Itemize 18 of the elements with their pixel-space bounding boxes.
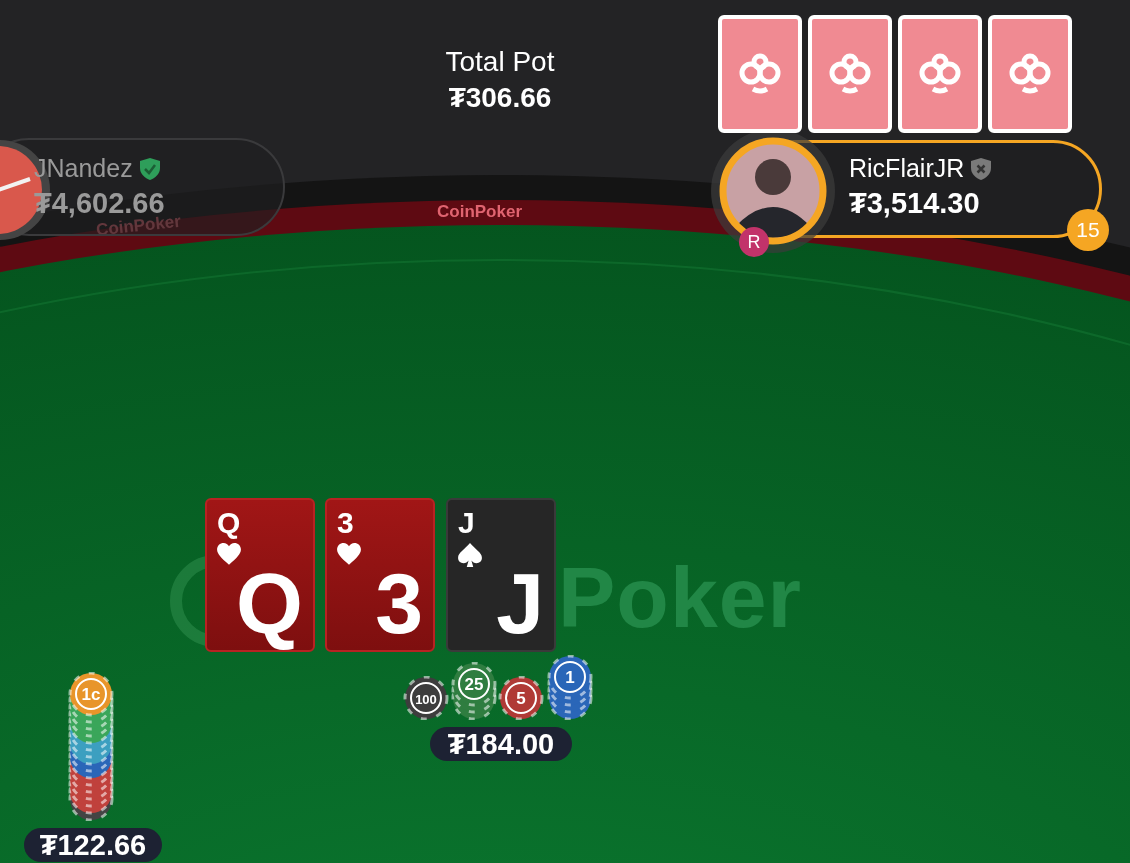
card-rank: 3 [337, 506, 354, 540]
chip-stack: 1 [547, 655, 593, 720]
rail-logo-text: CoinPoker [437, 202, 523, 222]
chip-stack: 100 [403, 676, 449, 720]
bet-amount: ₮122.66 [24, 828, 162, 862]
player-name: RicFlairJR [849, 154, 965, 183]
chip-stack: 25 [451, 662, 497, 720]
pot-amount: ₮306.66 [448, 82, 552, 114]
card-rank: Q [217, 506, 241, 540]
chip-stack: 5 [498, 676, 544, 720]
card-rank: J [496, 560, 544, 646]
chip-stack: 1c [68, 672, 114, 821]
pot-label: Total Pot [445, 46, 555, 78]
card-rank: 3 [375, 560, 423, 646]
bet-amount: ₮184.00 [430, 727, 572, 761]
player-stack: ₮3,514.30 [849, 187, 981, 220]
card-rank: J [458, 506, 475, 540]
player-name: JNandez [34, 154, 133, 183]
